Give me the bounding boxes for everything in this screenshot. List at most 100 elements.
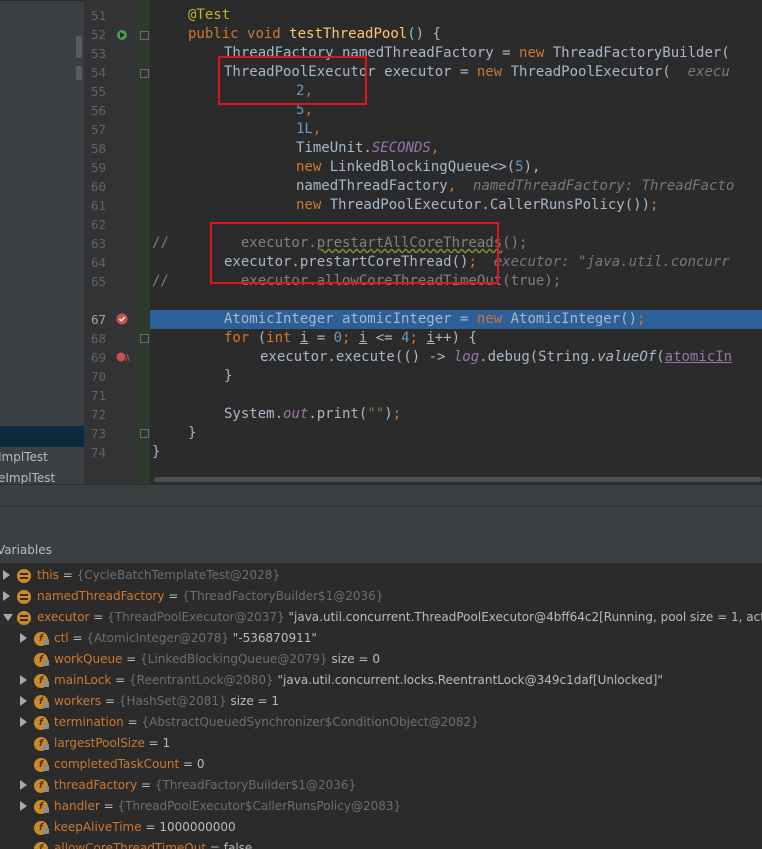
code-line-72: System.out.print("");	[224, 406, 402, 422]
fold-marker[interactable]	[140, 69, 149, 78]
variable-value: 1000000000	[159, 820, 236, 834]
expand-arrow-icon[interactable]	[3, 591, 10, 601]
line-number: 60	[90, 179, 106, 194]
lock-icon	[43, 786, 49, 792]
selected-tree-row[interactable]	[0, 426, 84, 447]
variable-row-handler[interactable]: f handler = {ThreadPoolExecutor$CallerRun…	[0, 796, 762, 817]
line-number: 68	[90, 331, 106, 346]
code-line-68: for (int i = 0; i <= 4; i++) {	[224, 330, 477, 346]
variable-text: workQueue = {LinkedBlockingQueue@2079} s…	[54, 649, 380, 670]
variable-name: this	[37, 568, 59, 582]
variable-row-executor[interactable]: executor = {ThreadPoolExecutor@2037} "ja…	[0, 607, 762, 628]
project-tree-item[interactable]: eImplTest	[0, 471, 55, 484]
line-number: 52	[90, 27, 106, 42]
variables-title: Variables	[0, 543, 52, 557]
run-test-icon[interactable]	[116, 29, 128, 41]
expand-arrow-icon[interactable]	[20, 696, 27, 706]
equals-sign: =	[123, 715, 142, 729]
variable-row-ctl[interactable]: f ctl = {AtomicInteger@2078} "-536870911"	[0, 628, 762, 649]
variable-name: allowCoreThreadTimeOut	[54, 841, 207, 849]
code-line-70: }	[224, 368, 233, 384]
editor-gutter[interactable]: 51 52 53 54 55 56 57 58 59 60 61 62 63 6…	[84, 0, 150, 484]
variable-row-workers[interactable]: f workers = {HashSet@2081} size = 1	[0, 691, 762, 712]
variable-type: {AbstractQueuedSynchronizer$ConditionObj…	[141, 715, 479, 729]
variable-icon	[17, 611, 31, 625]
variable-row-namedThreadFactory[interactable]: namedThreadFactory = {ThreadFactoryBuild…	[0, 586, 762, 607]
line-number: 65	[90, 274, 106, 289]
lock-icon	[43, 807, 49, 813]
variable-type: {HashSet@2081}	[118, 694, 227, 708]
variable-value: false	[223, 841, 253, 849]
variable-value: size = 0	[331, 652, 380, 666]
variable-row-threadFactory[interactable]: f threadFactory = {ThreadFactoryBuilder$1…	[0, 775, 762, 796]
lock-icon	[43, 744, 49, 750]
expand-arrow-icon[interactable]	[20, 633, 27, 643]
variable-type: {ThreadPoolExecutor@2037}	[107, 610, 285, 624]
field-icon: f	[34, 632, 49, 646]
lambda-breakpoint-icon[interactable]: λ	[116, 351, 131, 364]
expand-arrow-icon[interactable]	[20, 801, 27, 811]
code-line-69: executor.execute(() -> log.debug(String.…	[260, 349, 733, 365]
variable-text: executor = {ThreadPoolExecutor@2037} "ja…	[37, 607, 762, 628]
horizontal-scrollbar[interactable]	[150, 476, 762, 484]
debug-toolbar	[0, 506, 762, 538]
line-number: 51	[90, 8, 106, 23]
expand-arrow-icon[interactable]	[3, 570, 10, 580]
variable-row-allowCoreThreadTimeOut[interactable]: f allowCoreThreadTimeOut = false	[0, 838, 762, 849]
line-number: 56	[90, 103, 106, 118]
variable-row-termination[interactable]: f termination = {AbstractQueuedSynchroniz…	[0, 712, 762, 733]
variable-name: handler	[54, 799, 100, 813]
variable-name: mainLock	[54, 673, 112, 687]
project-tree-item[interactable]: ImplTest	[0, 450, 48, 464]
line-number: 57	[90, 122, 106, 137]
variable-row-workQueue[interactable]: f workQueue = {LinkedBlockingQueue@2079} …	[0, 649, 762, 670]
variable-value: "java.util.concurrent.locks.ReentrantLoc…	[277, 673, 663, 687]
lock-icon	[43, 660, 49, 666]
variable-row-this[interactable]: this = {CycleBatchTemplateTest@2028}	[0, 565, 762, 586]
lock-icon	[43, 702, 49, 708]
line-number: 63	[90, 236, 106, 251]
lock-icon	[43, 828, 49, 834]
variables-tree[interactable]: this = {CycleBatchTemplateTest@2028} name…	[0, 563, 762, 849]
fold-marker[interactable]	[140, 334, 149, 343]
fold-marker[interactable]	[140, 31, 149, 40]
annotation-box-core-size	[218, 56, 367, 105]
equals-sign: =	[99, 799, 118, 813]
expand-arrow-icon[interactable]	[20, 780, 27, 790]
variable-type: {ThreadFactoryBuilder$1@2036}	[182, 589, 384, 603]
variable-text: keepAliveTime = 1000000000	[54, 817, 236, 838]
scrollbar-thumb[interactable]	[154, 477, 762, 482]
line-number-current: 67	[90, 312, 106, 327]
variable-value: size = 1	[230, 694, 280, 708]
scrollbar-thumb-2[interactable]	[76, 66, 82, 80]
variable-name: workers	[54, 694, 102, 708]
field-icon: f	[34, 800, 49, 814]
variable-type: {LinkedBlockingQueue@2079}	[140, 652, 328, 666]
equals-sign: =	[89, 610, 108, 624]
variable-row-largestPoolSize[interactable]: f largestPoolSize = 1	[0, 733, 762, 754]
variable-text: namedThreadFactory = {ThreadFactoryBuild…	[37, 586, 383, 607]
breakpoint-icon[interactable]	[116, 313, 128, 325]
fold-marker[interactable]	[140, 429, 149, 438]
field-icon: f	[34, 779, 49, 793]
equals-sign: =	[68, 631, 87, 645]
equals-sign: =	[179, 757, 197, 771]
variable-row-mainLock[interactable]: f mainLock = {ReentrantLock@2080} "java.u…	[0, 670, 762, 691]
scrollbar-thumb[interactable]	[76, 36, 82, 58]
variable-row-completedTaskCount[interactable]: f completedTaskCount = 0	[0, 754, 762, 775]
variable-icon	[17, 569, 31, 583]
code-line-59: new LinkedBlockingQueue<>(5),	[296, 159, 541, 175]
annotation-box-prestart	[210, 222, 499, 284]
variable-row-keepAliveTime[interactable]: f keepAliveTime = 1000000000	[0, 817, 762, 838]
collapse-arrow-icon[interactable]	[3, 614, 13, 621]
field-icon: f	[34, 737, 49, 751]
variable-text: this = {CycleBatchTemplateTest@2028}	[37, 565, 280, 586]
expand-arrow-icon[interactable]	[20, 675, 27, 685]
line-number: 70	[90, 369, 106, 384]
expand-arrow-icon[interactable]	[20, 717, 27, 727]
code-line-61: new ThreadPoolExecutor.CallerRunsPolicy(…	[296, 197, 659, 213]
code-line-67: AtomicInteger atomicInteger = new Atomic…	[224, 311, 646, 327]
svg-text:λ: λ	[125, 354, 130, 363]
code-line-51: @Test	[188, 7, 231, 23]
line-number: 61	[90, 198, 106, 213]
